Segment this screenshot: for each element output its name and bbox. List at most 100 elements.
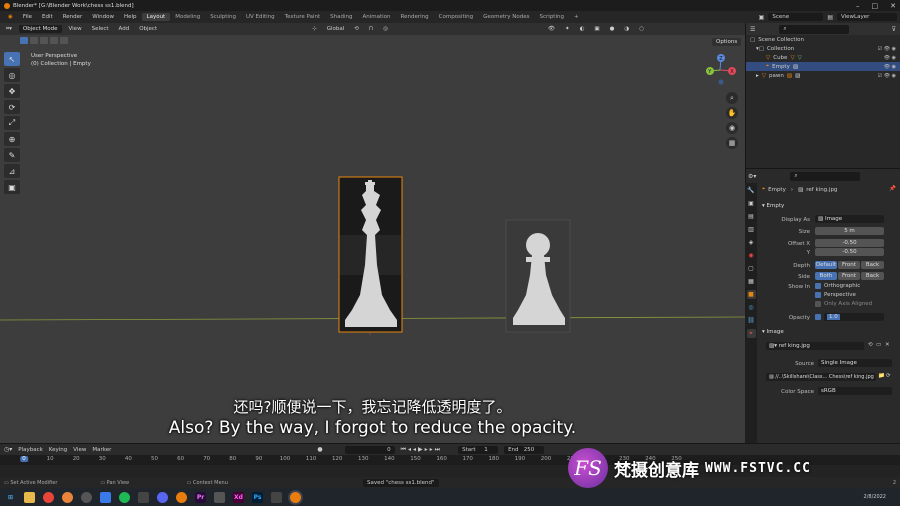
menu-marker[interactable]: Marker (92, 447, 111, 453)
tab-sculpting[interactable]: Sculpting (205, 13, 241, 21)
tab-compositing[interactable]: Compositing (434, 13, 478, 21)
tab-scripting[interactable]: Scripting (535, 13, 569, 21)
outliner-row-scene-collection[interactable]: ▢ Scene Collection (746, 35, 900, 44)
app-icon[interactable] (214, 491, 225, 503)
constraints-tab-icon[interactable]: ⛓ (747, 316, 756, 325)
scale-tool[interactable]: ⤢ (4, 116, 20, 130)
outliner-row-pawn[interactable]: ▸ ▽ pawn ▨ ▧ ☑ 👁 ◉ (746, 71, 900, 80)
tab-texture-paint[interactable]: Texture Paint (280, 13, 326, 21)
notes-icon[interactable] (100, 491, 111, 503)
select-extend-icon[interactable] (30, 37, 38, 44)
tab-uv-editing[interactable]: UV Editing (241, 13, 280, 21)
shading-rendered-icon[interactable]: ○ (636, 26, 647, 32)
gizmo-toggle-icon[interactable]: ✦ (562, 26, 573, 32)
select-new-icon[interactable] (20, 37, 28, 44)
record-icon[interactable]: ● (317, 446, 322, 453)
panel-empty-header[interactable]: ▾ Empty (762, 203, 784, 209)
app2-icon[interactable] (271, 491, 282, 503)
object-tab-icon[interactable]: ■ (746, 290, 756, 299)
transform-orientation[interactable]: Global (324, 26, 348, 32)
world-tab-icon[interactable]: ◉ (747, 251, 756, 260)
menu-view[interactable]: View (66, 26, 85, 32)
snap-icon[interactable]: ⊓ (366, 26, 376, 32)
view-layer-selector[interactable]: ViewLayer (837, 13, 897, 21)
select-invert-icon[interactable] (50, 37, 58, 44)
panel-image-header[interactable]: ▾ Image (762, 329, 784, 335)
proportional-icon[interactable]: ◎ (380, 26, 391, 32)
fake-user-icon[interactable]: ⟲ (868, 342, 873, 348)
menu-help[interactable]: Help (119, 14, 142, 20)
image-datablock-field[interactable]: ▨▾ ref king.jpg (766, 342, 864, 350)
physics-tab-icon[interactable]: ◎ (747, 303, 756, 312)
close-icon[interactable]: ✕ (890, 2, 896, 10)
firefox-icon[interactable] (62, 491, 73, 503)
discord-icon[interactable] (157, 491, 168, 503)
collection-tab-icon[interactable]: ▢ (747, 264, 756, 273)
select-intersect-icon[interactable] (60, 37, 68, 44)
scene-selector[interactable]: Scene (768, 13, 824, 21)
outliner-row-cube[interactable]: ▽ Cube ▽ ▽ 👁 ◉ (746, 53, 900, 62)
camera-icon[interactable]: ◉ (726, 122, 738, 134)
tab-shading[interactable]: Shading (325, 13, 357, 21)
minimize-icon[interactable]: – (856, 2, 860, 10)
menu-file[interactable]: File (18, 14, 37, 20)
measure-tool[interactable]: ⊿ (4, 164, 20, 178)
depth-front-button[interactable]: Front (838, 261, 860, 269)
menu-edit[interactable]: Edit (37, 14, 58, 20)
properties-editor-icon[interactable]: ⚙▾ (748, 173, 756, 180)
folder-icon[interactable] (138, 491, 149, 503)
shading-solid-icon[interactable]: ● (607, 26, 618, 32)
select-subtract-icon[interactable] (40, 37, 48, 44)
collapse-icon[interactable]: ▸ (756, 73, 759, 79)
editor-type-icon[interactable]: ⌗▾ (3, 26, 15, 33)
xd-icon[interactable]: Xd (233, 491, 244, 503)
shading-material-icon[interactable]: ◑ (621, 26, 632, 32)
offset-y-field[interactable]: -0.50 (815, 248, 884, 256)
depth-default-button[interactable]: Default (815, 261, 837, 269)
menu-keying[interactable]: Keying (49, 447, 67, 453)
tab-layout[interactable]: Layout (141, 13, 171, 21)
options-dropdown[interactable]: Options (712, 38, 742, 46)
display-as-dropdown[interactable]: ▨ Image (815, 215, 884, 223)
menu-object[interactable]: Object (136, 26, 160, 32)
outliner-row-empty[interactable]: ⌖ Empty ▨ 👁 ◉ (746, 62, 900, 71)
output-tab-icon[interactable]: ▤ (747, 212, 756, 221)
opacity-checkbox[interactable] (815, 314, 821, 320)
scene-tab-icon[interactable]: ◈ (747, 238, 756, 247)
rotate-tool[interactable]: ⟳ (4, 100, 20, 114)
object-data-tab-icon[interactable]: ⌖ (746, 329, 756, 338)
maximize-icon[interactable]: □ (872, 2, 879, 10)
menu-playback[interactable]: Playback (18, 447, 43, 453)
blender-active-icon[interactable] (290, 491, 301, 503)
tab-animation[interactable]: Animation (357, 13, 395, 21)
folder-icon[interactable]: 📁 (878, 373, 885, 379)
side-front-button[interactable]: Front (838, 272, 860, 280)
mode-selector[interactable]: Object Mode (18, 25, 62, 33)
color-space-dropdown[interactable]: sRGB (818, 387, 892, 395)
overlay-icon[interactable]: ◐ (577, 26, 588, 32)
outliner-editor-icon[interactable]: ☰ (750, 26, 755, 33)
outliner-search[interactable]: ⌕ (779, 24, 850, 34)
select-box-tool[interactable]: ↖ (4, 52, 20, 66)
depth-back-button[interactable]: Back (861, 261, 884, 269)
texture-tab-icon[interactable]: ▦ (747, 277, 756, 286)
blender-menu-icon[interactable]: ◉ (3, 14, 18, 20)
size-field[interactable]: 5 m (815, 227, 884, 235)
render-tab-icon[interactable]: ▣ (747, 199, 756, 208)
3d-viewport[interactable] (0, 35, 745, 443)
filepath-field[interactable]: ▨ //..\Skillshare\Class... Chess\ref kin… (766, 373, 876, 381)
reload-icon[interactable]: ⟳ (886, 373, 891, 379)
zoom-icon[interactable]: ⌕ (726, 92, 738, 104)
filter-icon[interactable]: ⊽ (892, 26, 896, 33)
outliner-row-collection[interactable]: ▾▢ Collection ☑ 👁 ◉ (746, 44, 900, 53)
perspective-checkbox[interactable]: Perspective (815, 292, 856, 298)
opacity-field[interactable]: 1.0 (824, 313, 884, 321)
menu-select[interactable]: Select (89, 26, 112, 32)
end-frame-field[interactable]: End 250 (504, 445, 545, 454)
view-layer-tab-icon[interactable]: ▥ (747, 225, 756, 234)
menu-window[interactable]: Window (87, 14, 119, 20)
timeline-editor-icon[interactable]: ◷▾ (4, 446, 12, 453)
add-workspace-button[interactable]: + (569, 13, 584, 21)
tab-geometry-nodes[interactable]: Geometry Nodes (478, 13, 534, 21)
menu-view[interactable]: View (73, 447, 86, 453)
